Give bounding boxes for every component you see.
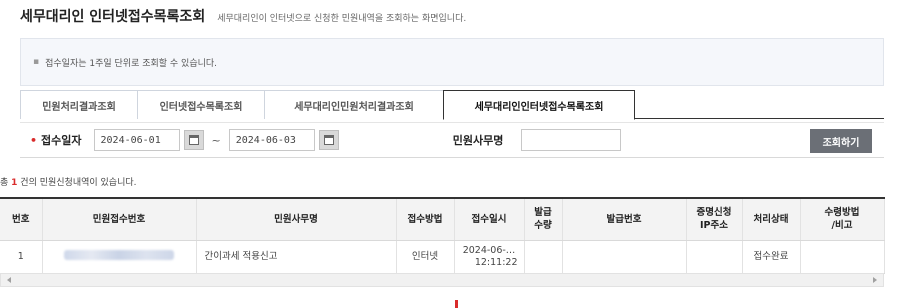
redacted-receipt-number xyxy=(64,249,174,260)
notice-text: 접수일자는 1주일 단위로 조회할 수 있습니다. xyxy=(45,58,218,69)
col-header-receipt-no: 민원접수번호 xyxy=(42,197,197,241)
cell-date-time: 12:11:22 xyxy=(474,256,518,268)
col-header-no: 번호 xyxy=(0,197,43,241)
horizontal-scrollbar[interactable] xyxy=(0,273,884,287)
service-name-label: 민원사무명 xyxy=(452,134,504,147)
cell-date-day: 2024-06-… xyxy=(462,244,516,256)
cell-issue-no xyxy=(562,240,687,274)
date-to-calendar-button[interactable] xyxy=(318,130,339,150)
date-from-input[interactable] xyxy=(93,129,180,151)
cell-receipt-no[interactable] xyxy=(42,240,197,274)
col-header-service-name: 민원사무명 xyxy=(196,197,397,241)
tab-internet-receipt-list[interactable]: 인터넷접수목록조회 xyxy=(137,90,265,119)
cell-qty xyxy=(524,240,563,274)
col-header-note: 수령방법/비고 xyxy=(800,197,885,241)
cell-ip xyxy=(686,240,743,274)
tab-bar: 민원처리결과조회 인터넷접수목록조회 세무대리인민원처리결과조회 세무대리인인터… xyxy=(20,90,884,120)
cell-method: 인터넷 xyxy=(396,240,455,274)
summary-suffix: 건의 민원신청내역이 있습니다. xyxy=(17,178,137,188)
table-row[interactable]: 1 간이과세 적용신고 인터넷 2024-06-… 12:11:22 접수완료 xyxy=(0,240,885,274)
date-to-input[interactable] xyxy=(228,129,315,151)
col-header-qty: 발급 수량 xyxy=(524,197,563,241)
cell-date: 2024-06-… 12:11:22 xyxy=(454,240,525,274)
tab-civil-result[interactable]: 민원처리결과조회 xyxy=(20,90,138,119)
page-header: 세무대리인 인터넷접수목록조회 세무대리인이 인터넷으로 신청한 민원내역을 조… xyxy=(20,6,466,26)
search-button[interactable]: 조회하기 xyxy=(810,129,872,153)
search-bar: • 접수일자 ~ 민원사무명 조회하기 xyxy=(20,122,884,158)
col-header-ip: 증명신청 IP주소 xyxy=(686,197,743,241)
col-header-issue-no: 발급번호 xyxy=(562,197,687,241)
calendar-icon xyxy=(323,135,334,145)
service-name-input[interactable] xyxy=(521,129,622,151)
scroll-right-icon[interactable] xyxy=(873,277,877,283)
results-table: 번호 민원접수번호 민원사무명 접수방법 접수일시 발급 수량 발급번호 증명신청… xyxy=(0,197,885,274)
scroll-left-icon[interactable] xyxy=(7,277,11,283)
tab-agent-civil-result[interactable]: 세무대리인민원처리결과조회 xyxy=(264,90,444,119)
page-description: 세무대리인이 인터넷으로 신청한 민원내역을 조회하는 화면입니다. xyxy=(217,14,467,24)
date-label: 접수일자 xyxy=(41,134,82,147)
table-header-row: 번호 민원접수번호 민원사무명 접수방법 접수일시 발급 수량 발급번호 증명신청… xyxy=(0,197,885,241)
cell-status: 접수완료 xyxy=(742,240,801,274)
col-header-status: 처리상태 xyxy=(742,197,801,241)
notice-box: ▪ 접수일자는 1주일 단위로 조회할 수 있습니다. xyxy=(20,38,884,86)
page-title: 세무대리인 인터넷접수목록조회 xyxy=(20,9,206,25)
bullet-icon: ▪ xyxy=(33,57,40,67)
col-header-date: 접수일시 xyxy=(454,197,525,241)
calendar-icon xyxy=(188,135,199,145)
required-marker: • xyxy=(30,133,38,147)
tab-agent-internet-receipt-list[interactable]: 세무대리인인터넷접수목록조회 xyxy=(443,90,635,120)
cell-service-name: 간이과세 적용신고 xyxy=(196,240,397,274)
cell-note xyxy=(800,240,885,274)
date-range-separator: ~ xyxy=(211,133,221,147)
date-from-calendar-button[interactable] xyxy=(183,130,204,150)
summary-prefix: 총 xyxy=(0,178,12,188)
cell-no: 1 xyxy=(0,240,43,274)
results-table-wrapper: 번호 민원접수번호 민원사무명 접수방법 접수일시 발급 수량 발급번호 증명신청… xyxy=(0,197,885,274)
result-summary: 총 1 건의 민원신청내역이 있습니다. xyxy=(0,175,137,188)
col-header-method: 접수방법 xyxy=(396,197,455,241)
pagination-marker xyxy=(455,300,458,308)
